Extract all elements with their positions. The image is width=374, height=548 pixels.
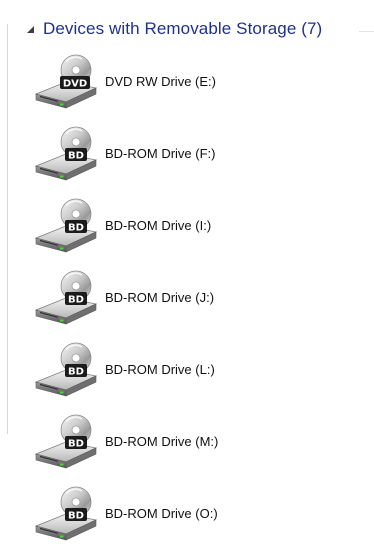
svg-text:BD: BD bbox=[68, 295, 84, 306]
dvd-drive-icon: DVD bbox=[35, 54, 97, 109]
drive-label: BD-ROM Drive (M:) bbox=[105, 434, 219, 449]
svg-text:BD: BD bbox=[68, 511, 84, 522]
group-header-line bbox=[359, 31, 374, 32]
bd-drive-icon: BD bbox=[35, 270, 97, 325]
bd-drive-icon: BD bbox=[35, 198, 97, 253]
drive-item[interactable]: BD BD-ROM Drive (L:) bbox=[32, 336, 292, 400]
bd-drive-icon: BD bbox=[35, 414, 97, 469]
drive-item[interactable]: DVD DVD RW Drive (E:) bbox=[32, 48, 292, 112]
explorer-pane: Devices with Removable Storage (7) DVD D… bbox=[0, 0, 374, 548]
svg-text:BD: BD bbox=[68, 223, 84, 234]
bd-drive-icon: BD bbox=[35, 342, 97, 397]
group-title: Devices with Removable Storage (7) bbox=[43, 19, 323, 38]
collapse-arrow-icon[interactable] bbox=[27, 26, 34, 33]
svg-text:DVD: DVD bbox=[63, 79, 87, 90]
bd-drive-icon: BD bbox=[35, 486, 97, 541]
svg-text:BD: BD bbox=[68, 439, 84, 450]
drive-label: BD-ROM Drive (J:) bbox=[105, 290, 215, 305]
svg-text:BD: BD bbox=[68, 151, 84, 162]
drive-item[interactable]: BD BD-ROM Drive (F:) bbox=[32, 120, 292, 184]
bd-drive-icon: BD bbox=[35, 126, 97, 181]
svg-text:BD: BD bbox=[68, 367, 84, 378]
drive-label: BD-ROM Drive (F:) bbox=[105, 146, 216, 161]
drive-item[interactable]: BD BD-ROM Drive (J:) bbox=[32, 264, 292, 328]
pane-divider bbox=[7, 24, 8, 434]
drive-label: BD-ROM Drive (I:) bbox=[105, 218, 212, 233]
drive-label: BD-ROM Drive (O:) bbox=[105, 506, 218, 521]
group-header-removable-storage[interactable]: Devices with Removable Storage (7) bbox=[0, 16, 374, 48]
drive-label: DVD RW Drive (E:) bbox=[105, 74, 216, 89]
drive-item[interactable]: BD BD-ROM Drive (I:) bbox=[32, 192, 292, 256]
drive-label: BD-ROM Drive (L:) bbox=[105, 362, 215, 377]
drive-item[interactable]: BD BD-ROM Drive (M:) bbox=[32, 408, 292, 472]
drive-item[interactable]: BD BD-ROM Drive (O:) bbox=[32, 480, 292, 544]
